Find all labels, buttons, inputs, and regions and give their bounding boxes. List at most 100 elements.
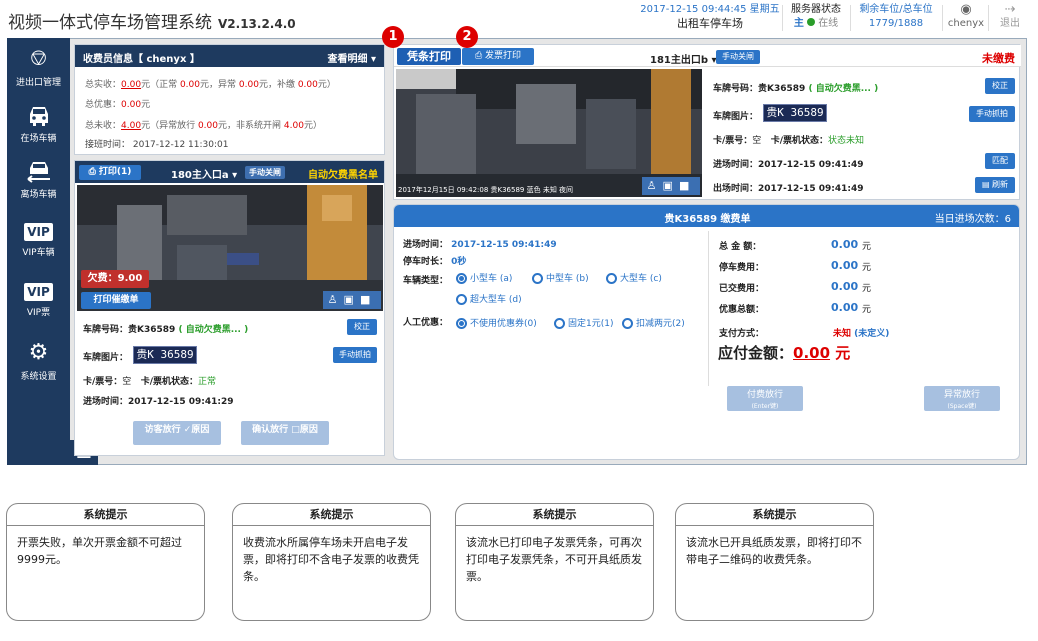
callout-badge-1: 1: [382, 26, 404, 48]
vehicle-type-xlarge[interactable]: 超大型车 (d): [456, 292, 522, 305]
logout-button[interactable]: ⇢ 退出: [992, 3, 1028, 31]
bill-duration: 停车时长： 0秒: [403, 257, 467, 267]
exit-correct-button[interactable]: 校正: [985, 78, 1015, 94]
tip-box-4: 系统提示 该流水已开具纸质发票，即将打印不带电子二维码的收费凭条。: [675, 503, 874, 621]
vehicle-type-small[interactable]: 小型车 (a): [456, 271, 512, 284]
total-discount: 总优惠：0.00元: [85, 100, 151, 110]
exit-camera-overlay: 2017年12月15日 09:42:08 贵K36589 蓝色 未知 夜间: [398, 186, 574, 194]
vehicle-type-large[interactable]: 大型车 (c): [606, 271, 662, 284]
fee-unit: 元: [862, 263, 872, 273]
person-icon[interactable]: ♙: [328, 293, 344, 306]
logout-label: 退出: [1000, 18, 1020, 29]
cashier-title: 收费员信息【 chenyx 】: [83, 54, 200, 65]
server-status-label: 服务器状态: [791, 4, 841, 15]
server-role: 主: [793, 18, 804, 29]
bill-panel: 贵K36589 缴费单 当日进场次数：6 进场时间： 2017-12-15 09…: [393, 204, 1020, 460]
car-exit-icon: [26, 162, 50, 183]
video-icon[interactable]: ■: [360, 293, 376, 306]
discount-total-unit: 元: [862, 305, 872, 315]
sidebar-item-label: 在场车辆: [20, 134, 57, 144]
tip-text: 该流水已打印电子发票凭条，可再次打印电子发票凭条，不可开具纸质发票。: [466, 536, 642, 583]
discount-total-value: 0.00: [831, 301, 859, 314]
exit-in-time-row: 进场时间：2017-12-15 09:41:49: [713, 160, 864, 170]
confirm-release-button[interactable]: 确认放行 □原因: [241, 421, 329, 445]
entry-card-row: 卡/票号：空 卡/票机状态：正常: [83, 377, 217, 387]
manual-close-button[interactable]: 手动关闸: [245, 166, 285, 179]
user-name: chenyx: [947, 18, 985, 29]
server-online: 在线: [818, 18, 839, 29]
exit-lane-select[interactable]: 181主出口b ▾: [650, 51, 717, 66]
paid-value: 0.00: [831, 280, 859, 293]
discount-fixed-1[interactable]: 固定1元(1): [554, 316, 613, 329]
entry-correct-button[interactable]: 校正: [347, 319, 377, 335]
entry-lane-panel: ⎙ 打印(1) 180主入口a ▾ 手动关闸 自动欠费黑名单 欠费：9.00 打…: [74, 160, 385, 456]
person-icon[interactable]: ♙: [647, 179, 663, 192]
user-button[interactable]: ◉ chenyx: [946, 3, 986, 31]
sidebar-item-vip-ticket[interactable]: VIP VIP票: [7, 283, 70, 318]
sidebar-item-parked[interactable]: 在场车辆: [7, 104, 70, 144]
gear-icon: ⚙: [28, 340, 49, 365]
radio-icon: [456, 294, 467, 305]
vehicle-type-medium[interactable]: 中型车 (b): [532, 271, 589, 284]
tip-title: 系统提示: [233, 504, 430, 526]
sidebar-item-left[interactable]: 离场车辆: [7, 160, 70, 200]
discount-total-label: 优惠总额：: [719, 305, 765, 315]
visitor-release-button[interactable]: 访客放行 ✓原因: [133, 421, 221, 445]
bill-visits: 当日进场次数：6: [934, 214, 1011, 225]
sidebar-item-label: 离场车辆: [20, 190, 57, 200]
vip-icon: VIP: [24, 223, 53, 241]
entry-plate-row: 车牌号码：贵K36589 ( 自动欠费黑... ): [83, 325, 249, 335]
paymethod-value: 未知 (未定义): [833, 329, 890, 339]
bill-in-time: 进场时间： 2017-12-15 09:41:49: [403, 240, 557, 250]
discount-minus-2[interactable]: 扣减两元(2): [622, 316, 685, 329]
exit-manual-capture-button[interactable]: 手动抓拍: [969, 106, 1015, 122]
arrears-badge: 欠费：9.00: [81, 270, 149, 288]
sidebar-item-label: VIP票: [26, 308, 51, 318]
car-icon: [29, 107, 48, 126]
spaces-label: 剩余车位/总车位: [859, 4, 933, 15]
image-icon[interactable]: ▣: [663, 179, 679, 192]
radio-icon: [456, 318, 467, 329]
print-button[interactable]: ⎙ 打印(1): [79, 165, 141, 180]
discount-none[interactable]: 不使用优惠券(0): [456, 316, 537, 329]
exit-card-row: 卡/票号：空 卡/票机状态：状态未知: [713, 136, 865, 146]
sidebar-item-label: 系统设置: [20, 372, 57, 382]
logout-icon: ⇢: [1004, 2, 1016, 17]
tip-title: 系统提示: [456, 504, 653, 526]
detail-link[interactable]: 查看明细 ▾: [327, 50, 376, 65]
exit-lane-header: 凭条打印 ⎙ 发票打印 181主出口b ▾ 手动关闸 未缴费: [394, 45, 1021, 67]
entry-time-row: 进场时间：2017-12-15 09:41:29: [83, 397, 234, 407]
parking-spaces: 剩余车位/总车位 1779/1888: [854, 3, 938, 31]
abnormal-release-button[interactable]: 异常放行 (Space键): [924, 386, 1000, 411]
pay-release-button[interactable]: 付费放行 (Enter键): [727, 386, 803, 411]
vip-ticket-icon: VIP: [24, 283, 53, 301]
app-title: 视频一体式停车场管理系统 V2.13.2.4.0: [8, 13, 296, 33]
fee-value: 0.00: [831, 259, 859, 272]
sidebar: ⎊ 进出口管理 在场车辆 离场车辆 VIP VIP车辆 VIP VIP票 ⚙ 系…: [7, 38, 70, 465]
radio-icon: [532, 273, 543, 284]
blacklist-label: 自动欠费黑名单: [308, 170, 378, 181]
cashier-header: 收费员信息【 chenyx 】 查看明细 ▾: [75, 45, 384, 67]
entry-manual-capture-button[interactable]: 手动抓拍: [333, 347, 377, 363]
entry-camera-view: 欠费：9.00 打印催缴单 ♙▣■: [77, 185, 383, 311]
exit-manual-close-button[interactable]: 手动关闸: [716, 50, 760, 64]
sidebar-item-gate[interactable]: ⎊ 进出口管理: [7, 46, 70, 88]
app-version: V2.13.2.4.0: [218, 17, 296, 31]
callout-badge-2: 2: [456, 26, 478, 48]
entry-lane-select[interactable]: 180主入口a ▾: [171, 166, 237, 181]
total-unreceived: 总未收：4.00元（异常放行 0.00元，非系统开闸 4.00元）: [85, 121, 322, 131]
paid-unit: 元: [862, 284, 872, 294]
image-icon[interactable]: ▣: [344, 293, 360, 306]
exit-plate-img-label: 车牌图片：: [713, 112, 759, 122]
invoice-print-button[interactable]: ⎙ 发票打印: [462, 48, 534, 65]
radio-icon: [554, 318, 565, 329]
print-arrears-button[interactable]: 打印催缴单: [81, 292, 151, 309]
tip-text: 收费流水所属停车场未开启电子发票，即将打印不含电子发票的收费凭条。: [243, 536, 419, 583]
receipt-print-button[interactable]: 凭条打印: [397, 48, 461, 65]
match-button[interactable]: 匹配: [985, 153, 1015, 169]
sidebar-item-vip-car[interactable]: VIP VIP车辆: [7, 223, 70, 258]
sidebar-item-settings[interactable]: ⚙ 系统设置: [7, 340, 70, 382]
tip-text: 该流水已开具纸质发票，即将打印不带电子二维码的收费凭条。: [686, 536, 862, 566]
refresh-button[interactable]: ▤ 刷新: [975, 177, 1015, 193]
video-icon[interactable]: ■: [679, 179, 695, 192]
